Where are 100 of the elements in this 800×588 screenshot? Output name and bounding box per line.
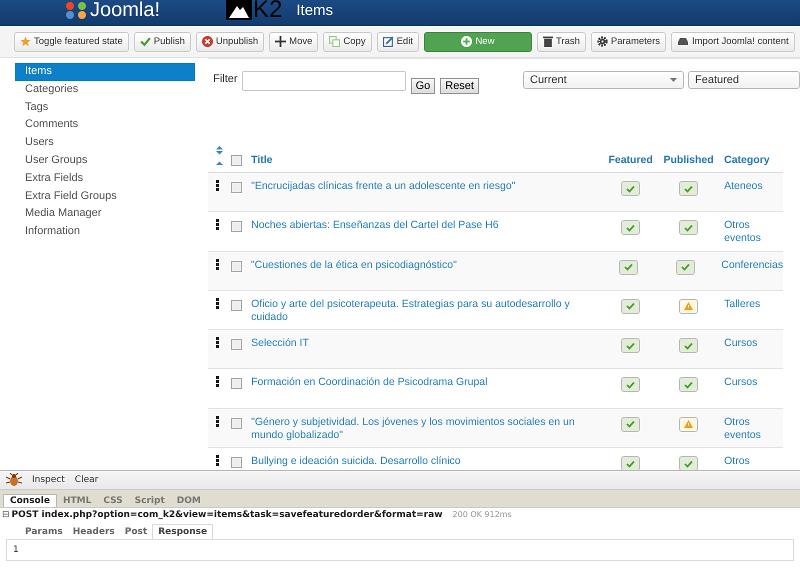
sidebar-item[interactable]: Categories [15,80,196,99]
sidebar-item[interactable]: Comments [15,116,196,134]
request-line[interactable]: POST index.php?option=com_k2&view=items&task=savefeaturedorder&format=raw [12,510,443,520]
check-icon [681,263,690,272]
check-toggle[interactable] [621,298,640,314]
toolbar-button[interactable]: Unpublish [196,32,264,52]
sidebar-item[interactable]: Extra Field Groups [15,188,196,206]
item-title-link[interactable]: "Cuestiones de la ética en psicodiagnóstico" [250,258,457,272]
request-tab[interactable]: Params [20,525,68,539]
check-toggle[interactable] [618,260,638,275]
check-toggle[interactable] [621,338,640,354]
category-link[interactable]: Otros eventos [724,219,784,246]
item-title-link[interactable]: Formación en Coordinación de Psicodrama Grupal [251,376,488,390]
column-header[interactable]: Featured [608,154,653,166]
drag-handle-icon[interactable] [216,180,220,191]
check-toggle[interactable] [679,338,698,354]
toolbar-button[interactable]: Trash [536,32,586,52]
row-checkbox[interactable] [231,378,242,390]
drag-handle-icon[interactable] [216,376,220,388]
check-toggle[interactable] [679,377,698,392]
check-toggle[interactable] [679,456,698,470]
devtools-tab[interactable]: Script [128,495,171,507]
category-link[interactable]: Cursos [724,337,758,350]
item-title-link[interactable]: Selección IT [251,337,309,350]
column-header[interactable]: Title [251,154,273,166]
column-header[interactable]: Category [724,154,770,166]
row-checkbox[interactable] [231,418,242,429]
sidebar-item[interactable]: User Groups [15,152,196,170]
column-header[interactable]: Published [664,154,714,166]
row-checkbox[interactable] [231,221,242,232]
check-icon [624,263,633,272]
collapse-toggle[interactable]: ⊟ [2,510,10,520]
toolbar-button[interactable]: New [424,32,532,52]
drag-handle-icon[interactable] [216,455,220,466]
request-tab[interactable]: Response [152,524,214,539]
row-checkbox[interactable] [231,339,242,350]
row-checkbox[interactable] [231,260,242,272]
sidebar-item[interactable]: Tags [15,98,196,116]
drag-handle-icon[interactable] [216,219,220,230]
check-icon [626,184,636,192]
check-toggle[interactable] [621,181,640,196]
toolbar-button[interactable]: Parameters [590,32,666,52]
toolbar-button[interactable]: Move [269,32,318,52]
request-tab[interactable]: Post [120,525,152,539]
toolbar-button[interactable]: Edit [376,32,419,52]
devtools-tab[interactable]: CSS [97,495,129,507]
category-link[interactable]: Conferencias [721,258,784,272]
category-link[interactable]: Ateneos [724,180,763,193]
toolbar-button[interactable]: Import Joomla! content [671,32,795,52]
item-title-link[interactable]: "Género y subjetividad. Los jóvenes y los movimientos sociales en un mundo globalizado" [251,416,600,442]
filter-dropdown[interactable]: Current [523,71,684,89]
toolbar-button[interactable]: Toggle featured state [14,32,129,52]
devtools-tab[interactable]: Console [3,494,57,507]
devtools-tab[interactable]: HTML [56,495,98,507]
warning-toggle[interactable] [679,416,698,432]
sidebar-item[interactable]: Extra Fields [15,170,196,188]
drag-handle-icon[interactable] [216,258,220,270]
check-toggle[interactable] [621,416,640,432]
sidebar-item[interactable]: Media Manager [15,205,196,224]
check-icon [684,342,694,350]
check-toggle[interactable] [676,260,696,275]
devtools-toolbar-button[interactable]: Inspect [32,475,65,485]
drag-handle-icon[interactable] [216,298,220,309]
drag-handle-icon[interactable] [216,416,220,427]
category-link[interactable]: Cursos [724,376,758,390]
item-title-link[interactable]: Noches abiertas: Enseñanzas del Cartel del Pase H6 [251,219,499,232]
k2-logo-text: K2 [253,0,282,20]
row-checkbox[interactable] [231,182,242,193]
sidebar-item[interactable]: Information [15,223,196,241]
filter-field[interactable] [242,71,406,91]
devtools-toolbar-button[interactable]: Clear [74,475,98,485]
filter-dropdown[interactable]: Featured [688,71,800,89]
item-title-link[interactable]: "Encrucijadas clínicas frente a un adolescente en riesgo" [251,180,516,193]
sidebar-item[interactable]: Items [15,63,196,81]
sidebar-item[interactable]: Users [15,134,196,152]
go-button[interactable]: Go [410,78,436,94]
category-link[interactable]: Otros [724,455,750,468]
item-title-link[interactable]: Oficio y arte del psicoterapeuta. Estrategias para su autodesarrollo y cuidado [251,298,600,324]
category-link[interactable]: Otros eventos [724,416,784,442]
reset-button[interactable]: Reset [440,78,479,94]
check-toggle[interactable] [679,220,698,236]
item-title-link[interactable]: Bullying e ideación suicida. Desarrollo clínico [251,455,461,468]
check-toggle[interactable] [621,377,640,392]
toolbar-button[interactable]: Publish [134,32,191,52]
row-checkbox[interactable] [231,300,242,311]
request-tab[interactable]: Headers [68,525,120,539]
bug-icon[interactable] [6,473,22,487]
check-toggle[interactable] [679,181,698,196]
filter-label: Filter [213,73,238,85]
warning-toggle[interactable] [679,298,698,314]
check-icon [626,380,636,389]
select-all-checkbox[interactable] [231,155,242,166]
devtools-tab[interactable]: DOM [170,495,207,507]
joomla-logo-text: Joomla! [90,1,160,19]
row-checkbox[interactable] [231,457,242,468]
check-toggle[interactable] [621,220,640,236]
check-toggle[interactable] [621,456,640,470]
category-link[interactable]: Talleres [724,298,760,311]
toolbar-button[interactable]: Copy [323,32,372,52]
drag-handle-icon[interactable] [216,337,220,348]
